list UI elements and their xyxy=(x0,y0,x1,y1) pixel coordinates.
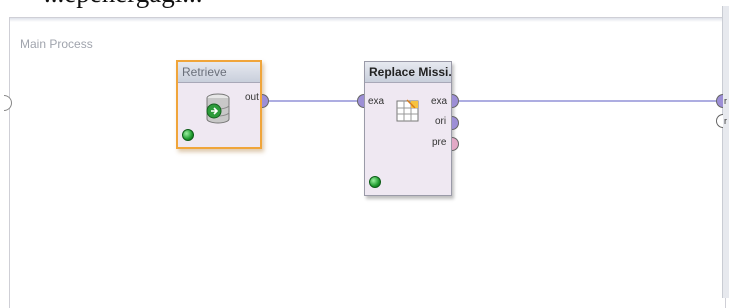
port-label-ori: ori xyxy=(435,116,447,127)
grid-replace-icon xyxy=(396,99,419,122)
operator-retrieve[interactable]: Retrieve out xyxy=(176,60,262,149)
replace-exa-in-port[interactable] xyxy=(357,94,364,108)
result-port-2-label: r xyxy=(724,116,727,126)
operator-replace-title: Replace Missi... xyxy=(365,62,451,83)
result-port-1-label: r xyxy=(724,96,727,106)
port-label-exa-out: exa xyxy=(431,96,448,107)
operator-replace-status-icon xyxy=(369,176,381,188)
port-label-pre: pre xyxy=(432,137,447,148)
operator-retrieve-status-icon xyxy=(182,129,194,141)
database-retrieve-icon xyxy=(206,93,230,124)
operator-retrieve-title: Retrieve xyxy=(178,62,260,83)
operator-replace-missing[interactable]: Replace Missi... exa exa ori pre xyxy=(364,61,452,196)
result-port-2[interactable] xyxy=(716,114,723,128)
result-port-1[interactable] xyxy=(716,94,723,108)
port-label-exa-in: exa xyxy=(368,96,385,107)
port-label-out: out xyxy=(245,92,259,103)
